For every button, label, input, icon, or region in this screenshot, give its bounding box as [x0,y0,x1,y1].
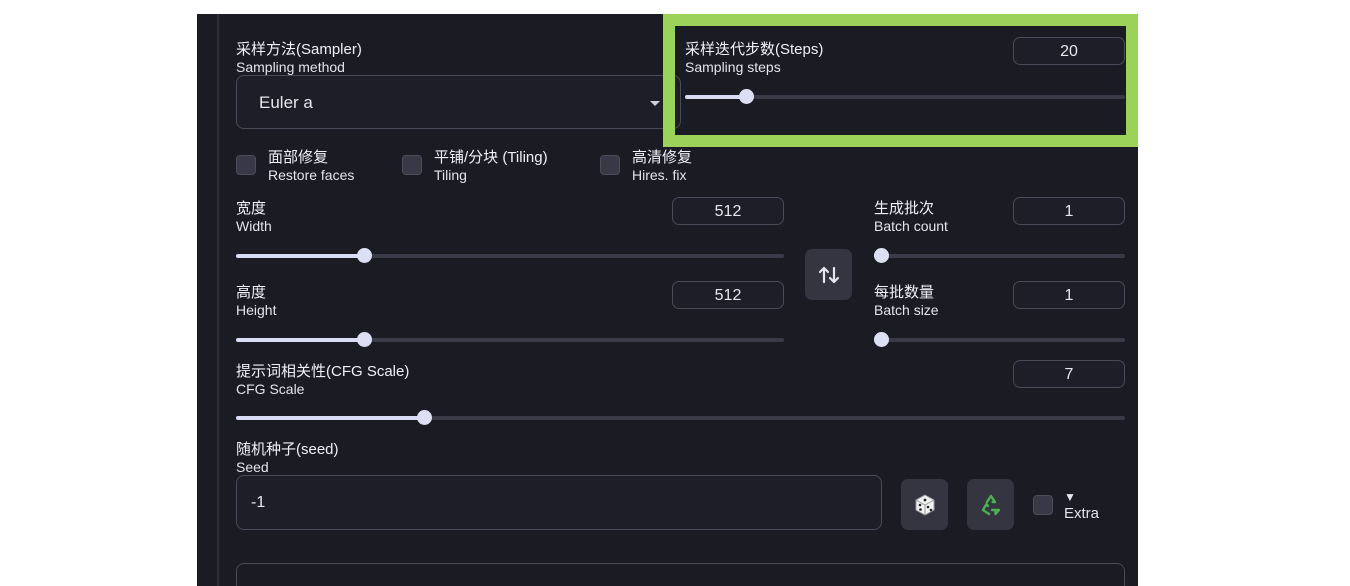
cfg-number-input[interactable]: 7 [1013,360,1125,388]
restore-faces-label-en: Restore faces [268,167,355,183]
hires-fix-label-en: Hires. fix [632,167,687,183]
random-seed-button[interactable] [901,479,948,530]
batch-count-label-en: Batch count [874,218,948,234]
swap-dimensions-icon [818,266,839,283]
steps-slider[interactable] [685,89,1125,104]
batch-count-slider[interactable] [874,248,1125,263]
batch-size-number-input[interactable]: 1 [1013,281,1125,309]
width-slider[interactable] [236,248,784,263]
sampler-label-cn: 采样方法(Sampler) [236,41,362,58]
swap-dimensions-button[interactable] [805,249,852,300]
batch-size-slider-thumb[interactable] [874,332,889,347]
sampler-label-en: Sampling method [236,59,345,75]
seed-input[interactable]: -1 [236,475,882,530]
cfg-slider[interactable] [236,410,1125,425]
cfg-label-en: CFG Scale [236,381,305,397]
batch-size-label-en: Batch size [874,302,939,318]
height-slider-thumb[interactable] [356,332,372,347]
batch-count-number-input[interactable]: 1 [1013,197,1125,225]
steps-label-en: Sampling steps [685,59,781,75]
extra-label[interactable]: Extra [1064,506,1099,522]
batch-size-slider[interactable] [874,332,1125,347]
batch-count-slider-thumb[interactable] [874,248,889,263]
extra-checkbox[interactable] [1033,495,1053,515]
triangle-down-icon: ▼ [1064,490,1076,504]
reuse-seed-button[interactable] [967,479,1014,530]
width-slider-fill [236,254,364,258]
tiling-label-en: Tiling [434,167,467,183]
cfg-label-cn: 提示词相关性(CFG Scale) [236,363,410,380]
batch-size-label-cn: 每批数量 [874,284,935,301]
batch-count-label-cn: 生成批次 [874,200,935,217]
recycle-icon [981,494,1000,515]
chevron-down-icon [650,101,660,106]
width-label-en: Width [236,218,272,234]
steps-slider-fill [685,95,747,99]
height-slider-fill [236,338,364,342]
width-label-cn: 宽度 [236,200,267,217]
txt2img-settings-panel: 采样方法(Sampler) Sampling method Euler a 采样… [197,14,1138,586]
steps-label-cn: 采样迭代步数(Steps) [685,41,824,58]
tiling-checkbox[interactable] [402,155,422,175]
hires-fix-label-cn: 高清修复 [632,149,693,166]
steps-slider-thumb[interactable] [739,89,755,104]
seed-label-en: Seed [236,459,269,475]
restore-faces-label-cn: 面部修复 [268,149,329,166]
sampler-dropdown[interactable]: Euler a [236,75,681,129]
cfg-slider-thumb[interactable] [417,410,433,425]
next-section-box [236,563,1125,586]
hires-fix-checkbox[interactable] [600,155,620,175]
cfg-slider-fill [236,416,425,420]
width-slider-thumb[interactable] [356,248,372,263]
height-label-en: Height [236,302,277,318]
seed-value: -1 [251,494,266,511]
sampler-value: Euler a [259,93,313,112]
steps-number-input[interactable]: 20 [1013,37,1125,65]
height-label-cn: 高度 [236,284,267,301]
height-slider[interactable] [236,332,784,347]
panel-divider [217,14,219,586]
tiling-label-cn: 平铺/分块 (Tiling) [434,149,548,166]
restore-faces-checkbox[interactable] [236,155,256,175]
seed-label-cn: 随机种子(seed) [236,441,339,458]
dice-icon [915,493,934,516]
height-number-input[interactable]: 512 [672,281,784,309]
width-number-input[interactable]: 512 [672,197,784,225]
